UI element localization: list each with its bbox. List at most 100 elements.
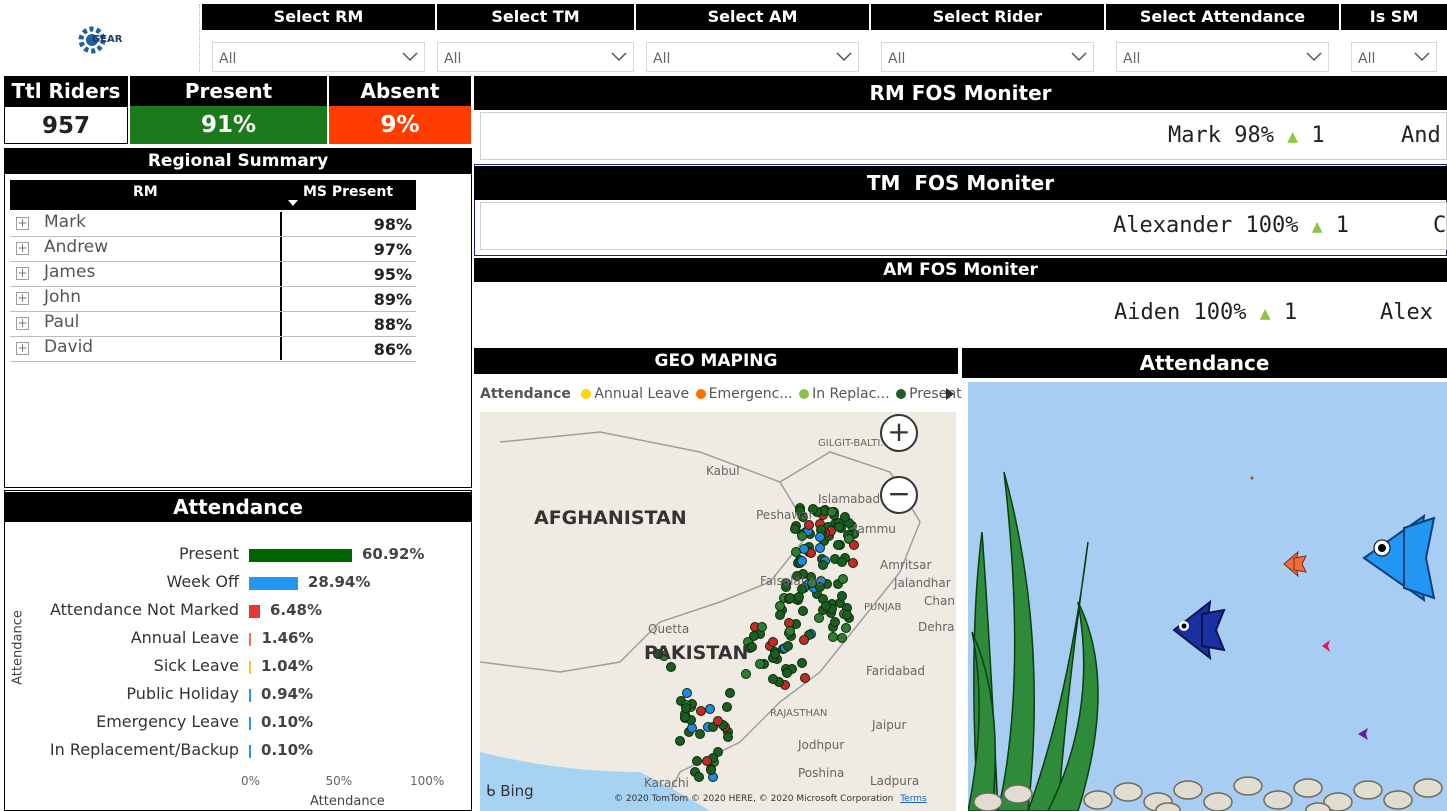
map-point[interactable] (827, 631, 838, 642)
map-point[interactable] (799, 635, 810, 646)
legend-next-icon[interactable] (946, 388, 954, 400)
ticker-next: Alex (1380, 300, 1433, 325)
x-axis-tick: 0% (241, 774, 261, 788)
zoom-out-button[interactable]: − (880, 476, 918, 514)
map-label-amritsar: Amritsar (880, 558, 932, 572)
legend-title: Attendance (480, 386, 571, 402)
bar[interactable] (249, 660, 251, 674)
map-point[interactable] (724, 687, 735, 698)
am-monitor-ticker: Aiden 100% ▲ 1 Alex (474, 284, 1447, 344)
tm-monitor-ticker: Alexander 100% ▲ 1 C (480, 202, 1447, 250)
map-point[interactable] (748, 630, 759, 641)
slicer-am[interactable]: Select AM All (636, 4, 869, 72)
bar[interactable] (249, 632, 252, 646)
ticker-name: Mark (1168, 123, 1221, 148)
tm-monitor-title: TM FOS Moniter (474, 166, 1447, 200)
bar[interactable] (249, 744, 251, 758)
slicer-dropdown[interactable]: All (1116, 42, 1329, 72)
ticker-pct: 100% (1193, 300, 1247, 325)
map-label-kabul: Kabul (706, 464, 740, 478)
map-point[interactable] (767, 637, 778, 648)
map-label-jodhpur: Jodhpur (798, 738, 845, 752)
map-point[interactable] (723, 731, 734, 742)
map-point[interactable] (694, 771, 705, 782)
slicer-dropdown[interactable]: All (881, 42, 1094, 72)
map-point[interactable] (694, 729, 705, 740)
map-point[interactable] (704, 704, 715, 715)
slicer-is-sm[interactable]: Is SM All (1341, 4, 1447, 72)
map-point[interactable] (722, 702, 733, 713)
legend-item[interactable]: Annual Leave (594, 386, 689, 402)
map-point[interactable] (782, 667, 793, 678)
map-point[interactable] (705, 764, 716, 775)
map-point[interactable] (798, 605, 809, 616)
attendance-bar-chart: Present 60.92% Week Off 28.94% Attendance No… (0, 0, 472, 811)
slicer-value: All (1358, 51, 1376, 67)
legend-item[interactable]: In Replac... (812, 386, 890, 402)
bar[interactable] (249, 716, 251, 730)
slicer-dropdown[interactable]: All (1351, 42, 1437, 72)
map-point[interactable] (767, 673, 778, 684)
map-point[interactable] (712, 716, 723, 727)
map-label-dehra: Dehra (918, 620, 955, 634)
chevron-down-icon (1306, 52, 1322, 62)
slicer-title: Select Attendance (1106, 4, 1339, 30)
map-point[interactable] (797, 555, 808, 566)
map-label-jalandhar: Jalandhar (894, 576, 951, 590)
map-canvas[interactable]: AFGHANISTAN PAKISTAN Kabul GILGIT-BALTI.… (480, 412, 956, 811)
ticker-item: Aiden 100% ▲ 1 (1114, 300, 1297, 325)
map-label-punjab: PUNJAB (864, 602, 902, 613)
bar-category-label: Attendance Not Marked (49, 600, 239, 619)
bar-value-label: 1.04% (261, 657, 314, 675)
map-label-faisalabad: Faisalabad (760, 574, 824, 588)
bar[interactable] (249, 688, 251, 702)
bar[interactable] (249, 576, 298, 590)
slicer-title: Select Rider (871, 4, 1104, 30)
bar-category-label: Present (178, 544, 239, 563)
map-legend: Attendance Annual Leave Emergenc... In R… (480, 386, 962, 402)
aquarium-title: Attendance (962, 348, 1447, 378)
legend-dot (581, 389, 592, 399)
map-point[interactable] (783, 641, 794, 652)
fish-navy (1172, 599, 1226, 661)
bar[interactable] (249, 604, 260, 618)
zoom-in-button[interactable]: + (880, 414, 918, 452)
map-label-pakistan: PAKISTAN (644, 642, 749, 664)
map-point[interactable] (769, 648, 780, 659)
bar-value-label: 28.94% (307, 573, 371, 591)
terms-link[interactable]: Terms (900, 794, 927, 804)
map-point[interactable] (841, 623, 852, 634)
bar[interactable] (249, 548, 352, 562)
map-point[interactable] (775, 610, 786, 621)
map-point[interactable] (741, 669, 751, 680)
ticker-next: C (1433, 213, 1447, 238)
slicer-attendance[interactable]: Select Attendance All (1106, 4, 1339, 72)
map-point[interactable] (814, 531, 825, 542)
legend-dot (799, 389, 810, 399)
map-point[interactable] (692, 756, 703, 767)
map-point[interactable] (830, 616, 841, 627)
legend-item[interactable]: Emergenc... (709, 386, 793, 402)
map-point[interactable] (849, 540, 860, 551)
map-label-chan: Chan (924, 594, 955, 608)
map-point[interactable] (679, 711, 690, 722)
map-point[interactable] (837, 633, 848, 644)
map-point[interactable] (839, 512, 850, 523)
slicer-dropdown[interactable]: All (646, 42, 859, 72)
map-point[interactable] (817, 560, 828, 571)
map-point[interactable] (837, 556, 848, 567)
map-point[interactable] (814, 542, 825, 553)
map-point[interactable] (796, 530, 807, 541)
map-point[interactable] (675, 735, 686, 746)
map-point[interactable] (796, 657, 807, 668)
bar-category-label: Sick Leave (153, 656, 239, 675)
bar-value-label: 0.10% (261, 713, 314, 731)
map-point[interactable] (757, 622, 768, 632)
slicer-rider[interactable]: Select Rider All (871, 4, 1104, 72)
map-point[interactable] (799, 672, 810, 683)
map-point[interactable] (842, 609, 853, 620)
ticker-item: Alexander 100% ▲ 1 (1113, 213, 1349, 238)
map-point[interactable] (838, 574, 848, 585)
map-point[interactable] (837, 591, 848, 602)
bar-value-label: 0.10% (261, 741, 314, 759)
